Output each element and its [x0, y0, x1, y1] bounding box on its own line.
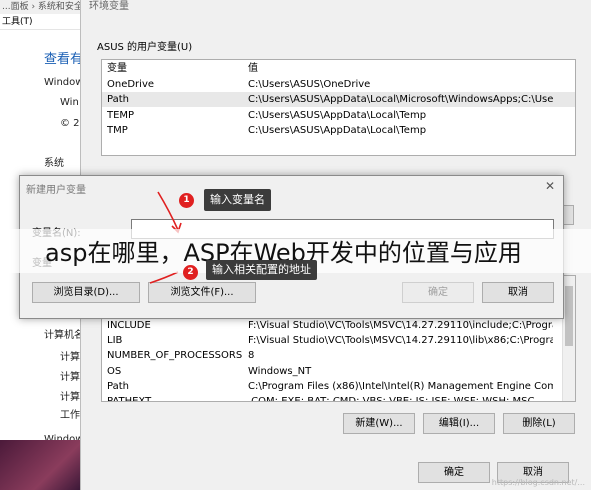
watermark: https://blog.csdn.net/...: [491, 478, 585, 487]
callout-1: 输入变量名: [204, 189, 271, 211]
step-badge-2: 2: [183, 265, 198, 280]
step-badge-1: 1: [179, 193, 194, 208]
arrow-1: [157, 191, 179, 231]
callout-2: 输入相关配置的地址: [206, 260, 317, 280]
arrow-2: [149, 271, 179, 284]
